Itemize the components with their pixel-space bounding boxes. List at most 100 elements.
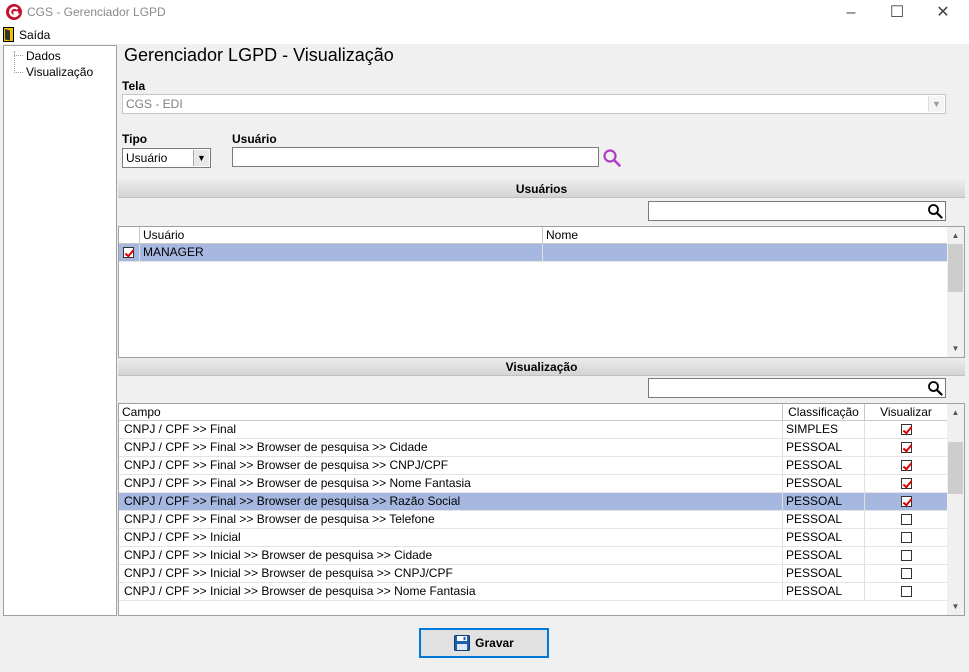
cell-campo: CNPJ / CPF >> Inicial <box>119 529 783 547</box>
close-button[interactable]: ✕ <box>920 0 966 25</box>
minimize-button[interactable]: – <box>828 0 874 25</box>
navigation-tree: Dados Visualização <box>3 45 117 616</box>
chevron-down-icon[interactable]: ▼ <box>193 150 209 166</box>
cell-visualizar[interactable] <box>865 511 948 529</box>
usuarios-grid: Usuário Nome MANAGER ▲ ▼ <box>118 226 965 358</box>
tree-connector <box>14 55 23 56</box>
visualizar-checkbox[interactable] <box>900 478 912 490</box>
cell-classificacao: PESSOAL <box>783 583 865 601</box>
chevron-down-icon[interactable]: ▼ <box>928 96 944 112</box>
table-row[interactable]: CNPJ / CPF >> Inicial PESSOAL <box>119 529 948 547</box>
maximize-button[interactable]: ☐ <box>874 0 920 25</box>
visualizar-checkbox[interactable] <box>900 514 912 526</box>
scroll-up-icon[interactable]: ▲ <box>947 404 964 421</box>
grid-header-usuario[interactable]: Usuário <box>140 227 543 244</box>
save-button[interactable]: Gravar <box>419 628 549 658</box>
tipo-label: Tipo <box>122 132 148 146</box>
visualizar-checkbox[interactable] <box>900 550 912 562</box>
cell-classificacao: SIMPLES <box>783 421 865 439</box>
grid-header-nome[interactable]: Nome <box>543 227 948 244</box>
visualizacao-filter[interactable] <box>648 378 946 398</box>
search-icon[interactable] <box>927 380 943 396</box>
table-row[interactable]: MANAGER <box>119 244 948 262</box>
cell-visualizar[interactable] <box>865 529 948 547</box>
tela-select-value: CGS - EDI <box>126 97 183 111</box>
cell-visualizar[interactable] <box>865 439 948 457</box>
scroll-down-icon[interactable]: ▼ <box>947 598 964 615</box>
save-button-label: Gravar <box>475 636 514 650</box>
tree-connector <box>14 72 23 73</box>
visualizar-checkbox[interactable] <box>900 424 912 436</box>
cell-classificacao: PESSOAL <box>783 457 865 475</box>
cell-visualizar[interactable] <box>865 547 948 565</box>
visualizar-checkbox[interactable] <box>900 460 912 472</box>
grid-header-classificacao[interactable]: Classificação <box>783 404 865 421</box>
cell-classificacao: PESSOAL <box>783 529 865 547</box>
table-row[interactable]: CNPJ / CPF >> Inicial >> Browser de pesq… <box>119 583 948 601</box>
usuarios-filter-input[interactable] <box>649 202 921 220</box>
visualizacao-filter-input[interactable] <box>649 379 921 397</box>
usuarios-scrollbar[interactable]: ▲ ▼ <box>947 227 964 357</box>
tree-item-dados[interactable]: Dados <box>26 49 61 63</box>
table-row[interactable]: CNPJ / CPF >> Inicial >> Browser de pesq… <box>119 547 948 565</box>
tela-select[interactable]: CGS - EDI ▼ <box>122 94 946 114</box>
tree-item-visualizacao[interactable]: Visualização <box>26 65 93 79</box>
cell-classificacao: PESSOAL <box>783 493 865 511</box>
cell-campo: CNPJ / CPF >> Inicial >> Browser de pesq… <box>119 565 783 583</box>
table-row[interactable]: CNPJ / CPF >> Final >> Browser de pesqui… <box>119 493 948 511</box>
cell-visualizar[interactable] <box>865 565 948 583</box>
menu-exit-label: Saída <box>19 27 51 42</box>
table-row[interactable]: CNPJ / CPF >> Final SIMPLES <box>119 421 948 439</box>
cell-visualizar[interactable] <box>865 493 948 511</box>
cell-classificacao: PESSOAL <box>783 439 865 457</box>
scroll-up-icon[interactable]: ▲ <box>947 227 964 244</box>
window-title: CGS - Gerenciador LGPD <box>27 5 166 19</box>
menu-bar: Saída <box>0 25 969 44</box>
cell-classificacao: PESSOAL <box>783 511 865 529</box>
page-title: Gerenciador LGPD - Visualização <box>124 45 394 65</box>
visualizar-checkbox[interactable] <box>900 496 912 508</box>
tipo-select[interactable]: Usuário ▼ <box>122 148 211 168</box>
table-row[interactable]: CNPJ / CPF >> Inicial >> Browser de pesq… <box>119 565 948 583</box>
cell-campo: CNPJ / CPF >> Inicial >> Browser de pesq… <box>119 583 783 601</box>
table-row[interactable]: CNPJ / CPF >> Final >> Browser de pesqui… <box>119 439 948 457</box>
table-row[interactable]: CNPJ / CPF >> Final >> Browser de pesqui… <box>119 475 948 493</box>
floppy-disk-icon <box>454 635 471 651</box>
search-icon[interactable] <box>927 203 943 219</box>
tela-label: Tela <box>122 79 146 93</box>
cell-visualizar[interactable] <box>865 421 948 439</box>
cell-classificacao: PESSOAL <box>783 547 865 565</box>
row-checkbox[interactable] <box>123 247 134 259</box>
cell-campo: CNPJ / CPF >> Final <box>119 421 783 439</box>
cell-campo: CNPJ / CPF >> Final >> Browser de pesqui… <box>119 493 783 511</box>
app-logo-icon <box>6 4 22 20</box>
grid-header-campo[interactable]: Campo <box>119 404 783 421</box>
table-row[interactable]: CNPJ / CPF >> Final >> Browser de pesqui… <box>119 511 948 529</box>
visualizacao-scrollbar[interactable]: ▲ ▼ <box>947 404 964 615</box>
usuarios-filter[interactable] <box>648 201 946 221</box>
cell-campo: CNPJ / CPF >> Final >> Browser de pesqui… <box>119 457 783 475</box>
visualizar-checkbox[interactable] <box>900 532 912 544</box>
cell-classificacao: PESSOAL <box>783 475 865 493</box>
cell-visualizar[interactable] <box>865 475 948 493</box>
search-icon[interactable] <box>602 148 622 168</box>
visualizar-checkbox[interactable] <box>900 586 912 598</box>
cell-visualizar[interactable] <box>865 457 948 475</box>
usuarios-grid-header: Usuário Nome <box>119 227 948 244</box>
cell-visualizar[interactable] <box>865 583 948 601</box>
tipo-select-value: Usuário <box>126 151 168 165</box>
table-row[interactable]: CNPJ / CPF >> Final >> Browser de pesqui… <box>119 457 948 475</box>
menu-item-exit[interactable]: Saída <box>3 26 50 43</box>
visualizar-checkbox[interactable] <box>900 568 912 580</box>
visualizar-checkbox[interactable] <box>900 442 912 454</box>
cell-usuario: MANAGER <box>140 244 543 262</box>
scroll-thumb[interactable] <box>948 244 963 292</box>
usuario-input[interactable] <box>232 147 599 167</box>
cell-campo: CNPJ / CPF >> Inicial >> Browser de pesq… <box>119 547 783 565</box>
grid-header-visualizar[interactable]: Visualizar <box>865 404 948 421</box>
scroll-down-icon[interactable]: ▼ <box>947 340 964 357</box>
grid-header-check <box>119 227 140 244</box>
cell-campo: CNPJ / CPF >> Final >> Browser de pesqui… <box>119 511 783 529</box>
scroll-thumb[interactable] <box>948 442 963 494</box>
row-checkbox-cell[interactable] <box>119 244 140 262</box>
